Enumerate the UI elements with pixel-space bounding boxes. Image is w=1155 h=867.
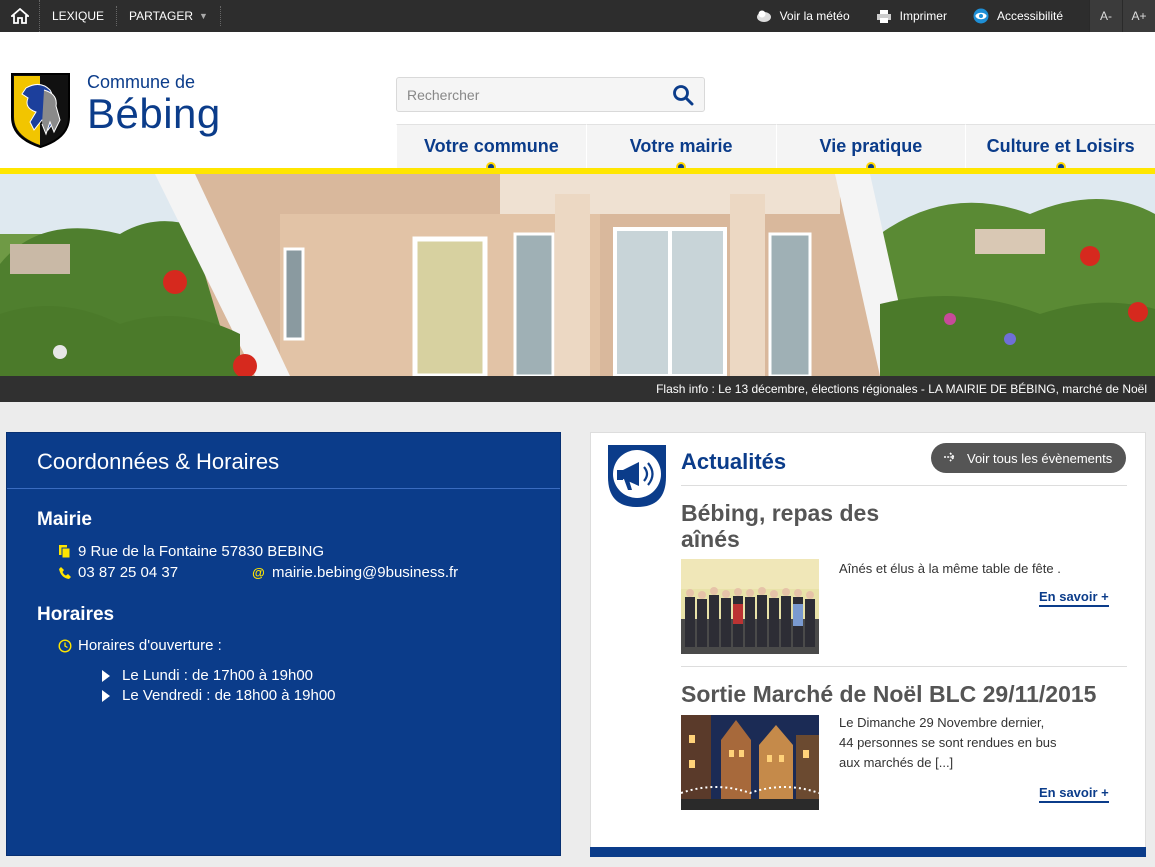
eye-icon <box>973 8 989 24</box>
divider <box>681 485 1127 486</box>
print-label: Imprimer <box>899 9 947 23</box>
email-line: @ mairie.bebing@9business.fr <box>251 564 458 581</box>
news-title: Actualités <box>681 449 787 474</box>
phone-text[interactable]: 03 87 25 04 37 <box>78 564 178 581</box>
printer-icon <box>876 8 892 24</box>
phone-icon <box>57 565 72 580</box>
contact-panel: Coordonnées & Horaires Mairie 9 Rue de l… <box>6 432 561 856</box>
banner-photo <box>0 174 1155 376</box>
email-link[interactable]: mairie.bebing@9business.fr <box>272 564 458 581</box>
logo-title[interactable]: Bébing <box>87 90 221 138</box>
nav-label: Vie pratique <box>819 136 923 156</box>
address-line: 9 Rue de la Fontaine 57830 BEBING <box>57 543 324 560</box>
search-input[interactable] <box>407 85 657 105</box>
horaires-line: Horaires d'ouverture : <box>57 637 222 654</box>
top-toolbar: LEXIQUE PARTAGER ▼ Voir la météo Imprimer… <box>0 0 1155 32</box>
at-sign-icon: @ <box>252 565 265 580</box>
search-box <box>396 77 705 112</box>
news-footer-bar <box>590 847 1146 857</box>
article-summary: Le Dimanche 29 Novembre dernier, 44 pers… <box>839 715 1057 770</box>
search-icon[interactable] <box>672 84 694 106</box>
nav-votre-commune[interactable]: Votre commune <box>396 124 586 172</box>
clock-icon <box>57 638 72 653</box>
triangle-bullet-icon <box>102 689 110 702</box>
article-photo[interactable] <box>681 715 819 810</box>
arrow-right-icon <box>943 451 957 466</box>
schedule-text: Le Vendredi : de 18h00 à 19h00 <box>122 687 336 704</box>
triangle-bullet-icon <box>102 669 110 682</box>
coat-of-arms-logo[interactable] <box>10 72 71 149</box>
divider <box>7 488 560 489</box>
article-title[interactable]: Bébing, repas des aînés <box>681 500 901 552</box>
megaphone-icon <box>606 443 668 509</box>
font-larger-button[interactable]: A+ <box>1122 0 1155 32</box>
contact-title: Coordonnées & Horaires <box>37 449 280 474</box>
schedule-item: Le Vendredi : de 18h00 à 19h00 <box>100 687 336 704</box>
accessibility-label: Accessibilité <box>996 9 1063 23</box>
article-title[interactable]: Sortie Marché de Noël BLC 29/11/2015 <box>681 681 1131 707</box>
main-nav: Votre commune Votre mairie Vie pratique … <box>396 124 1155 172</box>
all-events-label: Voir tous les évènements <box>967 450 1113 466</box>
lexique-link[interactable]: LEXIQUE <box>40 6 118 26</box>
read-more-link[interactable]: En savoir + <box>1039 589 1109 607</box>
read-more-link[interactable]: En savoir + <box>1039 785 1109 803</box>
horaires-heading: Horaires <box>37 604 115 625</box>
lexique-label: LEXIQUE <box>52 9 105 23</box>
accessibility-link[interactable]: Accessibilité <box>973 8 1063 24</box>
font-smaller-button[interactable]: A- <box>1089 0 1122 32</box>
address-text: 9 Rue de la Fontaine 57830 BEBING <box>78 543 324 560</box>
article-photo[interactable] <box>681 559 819 654</box>
site-header: Commune de Bébing Votre commune Votre ma… <box>0 32 1155 172</box>
nav-label: Votre mairie <box>629 136 733 156</box>
phone-line: 03 87 25 04 37 <box>57 564 178 581</box>
schedule-text: Le Lundi : de 17h00 à 19h00 <box>122 667 314 684</box>
partager-label: PARTAGER <box>129 9 194 23</box>
ticker-text: Flash info : Le 13 décembre, élections r… <box>656 382 1147 396</box>
schedule-item: Le Lundi : de 17h00 à 19h00 <box>100 667 313 684</box>
print-link[interactable]: Imprimer <box>876 8 947 24</box>
weather-icon <box>756 8 772 24</box>
horaires-label: Horaires d'ouverture : <box>78 637 222 654</box>
nav-vie-pratique[interactable]: Vie pratique <box>775 124 966 172</box>
caret-down-icon: ▼ <box>199 11 208 21</box>
nav-label: Culture et Loisirs <box>986 136 1135 156</box>
article-summary: Aînés et élus à la même table de fête . <box>839 561 1061 576</box>
nav-culture-loisirs[interactable]: Culture et Loisirs <box>965 124 1155 172</box>
all-events-button[interactable]: Voir tous les évènements <box>931 443 1126 473</box>
news-panel: Actualités Voir tous les évènements Bébi… <box>590 432 1146 856</box>
address-icon <box>57 544 72 559</box>
meteo-label: Voir la météo <box>779 9 850 23</box>
partager-menu[interactable]: PARTAGER ▼ <box>117 6 221 26</box>
nav-votre-mairie[interactable]: Votre mairie <box>585 124 776 172</box>
flash-info-ticker[interactable]: Flash info : Le 13 décembre, élections r… <box>0 376 1155 402</box>
mairie-heading: Mairie <box>37 509 92 530</box>
divider <box>681 666 1127 667</box>
nav-label: Votre commune <box>424 136 559 156</box>
home-icon[interactable] <box>0 0 40 32</box>
meteo-link[interactable]: Voir la météo <box>756 8 850 24</box>
